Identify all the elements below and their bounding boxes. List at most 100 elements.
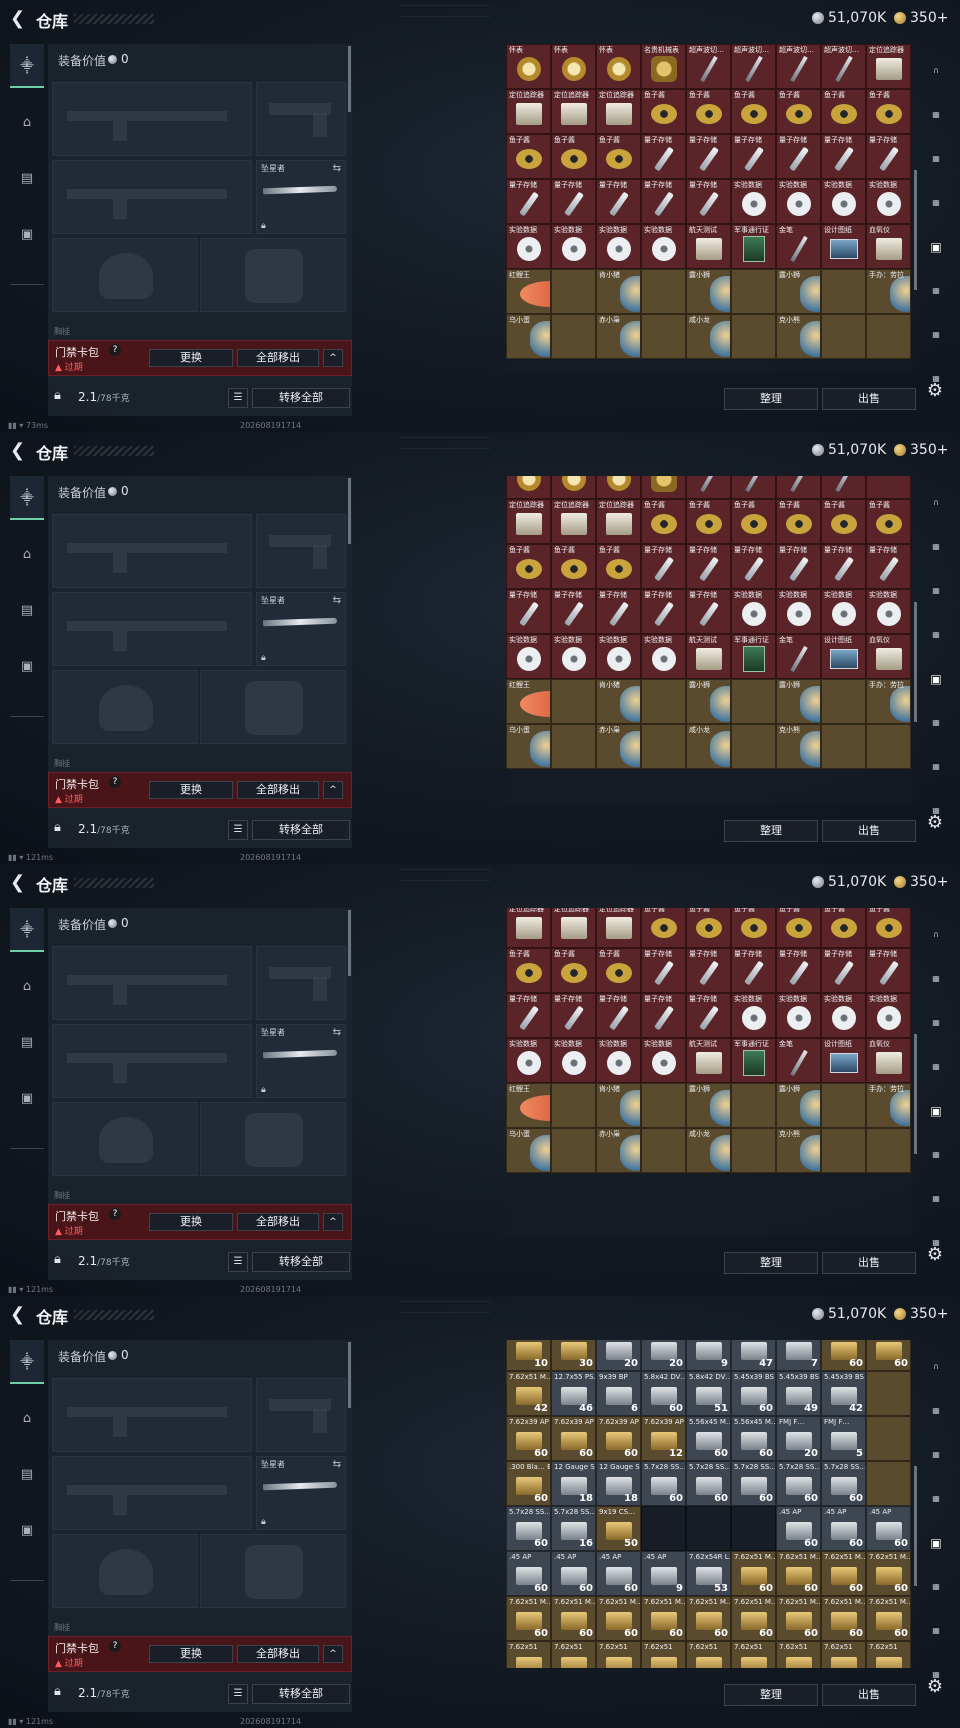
item-cell[interactable]: 鱼子酱 <box>551 948 596 993</box>
help-icon[interactable]: ? <box>109 776 121 788</box>
item-cell[interactable]: 金笔 <box>776 634 821 679</box>
storage-tab-icon[interactable]: ▦ <box>920 1572 952 1602</box>
item-cell[interactable] <box>866 1371 911 1416</box>
item-cell[interactable]: 量子存储 <box>731 134 776 179</box>
item-cell[interactable]: 5.7x28 SS… 60 <box>506 1506 551 1551</box>
item-cell[interactable]: 鱼子酱 <box>776 499 821 544</box>
item-cell[interactable] <box>506 476 551 499</box>
back-arrow-icon[interactable]: ❮ <box>10 1305 30 1325</box>
primary-weapon-slot[interactable] <box>52 514 252 588</box>
briefcase-icon[interactable]: ▣ <box>10 1076 44 1120</box>
sell-button[interactable]: 出售 <box>822 820 916 842</box>
secondary-weapon-slot[interactable] <box>52 592 252 666</box>
armor-slot[interactable] <box>200 238 346 312</box>
item-cell[interactable]: 量子存储 <box>641 993 686 1038</box>
item-cell[interactable] <box>641 679 686 724</box>
item-cell[interactable]: 怀表 <box>596 44 641 89</box>
move-out-all-button[interactable]: 全部移出 <box>237 781 319 799</box>
helmet-slot[interactable] <box>52 1534 198 1608</box>
item-cell[interactable]: 手办：劳拉 <box>866 1083 911 1128</box>
item-cell[interactable]: 鱼子酱 <box>821 89 866 134</box>
item-cell[interactable]: 超声波切… <box>731 44 776 89</box>
item-cell[interactable]: 量子存储 <box>776 134 821 179</box>
item-cell[interactable]: 量子存储 <box>686 993 731 1038</box>
item-cell[interactable] <box>641 314 686 359</box>
gun-icon[interactable]: ⸎ <box>10 908 44 952</box>
item-cell[interactable] <box>866 1461 911 1506</box>
gun-icon[interactable]: ⸎ <box>10 1340 44 1384</box>
item-cell[interactable]: 鱼子酱 <box>776 89 821 134</box>
item-cell[interactable]: 5.8x42 DV… 60 <box>641 1371 686 1416</box>
item-cell[interactable]: 7.62x51 M…30 <box>551 1340 596 1371</box>
item-cell[interactable]: 7.62x51 <box>821 1641 866 1668</box>
item-cell[interactable]: FTX F…20 <box>641 1340 686 1371</box>
item-cell[interactable]: 7.62x51 M… 42 <box>506 1371 551 1416</box>
item-cell[interactable] <box>731 1083 776 1128</box>
item-cell[interactable]: 量子存储 <box>686 179 731 224</box>
move-out-all-button[interactable]: 全部移出 <box>237 1213 319 1231</box>
storage-tab-icon[interactable]: ▦ <box>920 1052 952 1082</box>
item-cell[interactable]: 露小狮 <box>686 269 731 314</box>
primary-weapon-slot[interactable] <box>52 1378 252 1452</box>
item-cell[interactable]: 赤小枭 <box>596 314 641 359</box>
item-cell[interactable]: 7.62x54R L… 53 <box>686 1551 731 1596</box>
item-cell[interactable]: 鱼子酱 <box>866 499 911 544</box>
sort-button[interactable]: 整理 <box>724 388 818 410</box>
item-cell[interactable]: 鱼子酱 <box>596 948 641 993</box>
vest-icon[interactable]: ▤ <box>10 588 44 632</box>
item-cell[interactable]: 乌小蛋 <box>506 314 551 359</box>
vest-icon[interactable]: ▤ <box>10 1020 44 1064</box>
storage-tab-icon[interactable]: ▦ <box>920 1616 952 1646</box>
item-cell[interactable]: 7.62x51 <box>551 1641 596 1668</box>
list-icon[interactable]: ☰ <box>228 820 248 840</box>
melee-slot[interactable]: 坠星者 ⇆ 🔒︎ <box>256 592 346 666</box>
item-cell[interactable]: 克小熊 <box>776 724 821 769</box>
settings-gear-icon[interactable]: ⚙ <box>924 1676 946 1698</box>
item-cell[interactable]: 量子存储 <box>551 179 596 224</box>
item-cell[interactable]: 量子存储 <box>686 134 731 179</box>
secondary-weapon-slot[interactable] <box>52 1024 252 1098</box>
item-cell[interactable]: 鱼子酱 <box>551 134 596 179</box>
item-cell[interactable]: 实验数据 <box>506 634 551 679</box>
storage-tab-icon[interactable]: ▦ <box>920 276 952 306</box>
item-cell[interactable] <box>551 1128 596 1173</box>
item-cell[interactable] <box>821 724 866 769</box>
item-cell[interactable] <box>551 724 596 769</box>
item-cell[interactable] <box>821 269 866 314</box>
item-cell[interactable]: 7.62x51 M… 60 <box>686 1596 731 1641</box>
item-cell[interactable]: 手办：劳拉 <box>866 269 911 314</box>
item-cell[interactable]: 7.62x39 AP 60 <box>506 1416 551 1461</box>
transfer-all-button[interactable]: 转移全部 <box>252 820 350 840</box>
helmet-icon[interactable]: ⌂ <box>10 964 44 1008</box>
item-cell[interactable]: .45 AP 60 <box>866 1506 911 1551</box>
item-cell[interactable]: 军事通行证 <box>731 1038 776 1083</box>
list-icon[interactable]: ☰ <box>228 388 248 408</box>
item-cell[interactable]: 5.7x28 SS… 60 <box>641 1461 686 1506</box>
item-cell[interactable] <box>551 269 596 314</box>
item-cell[interactable] <box>731 314 776 359</box>
storage-tab-icon[interactable]: ▦ <box>920 1484 952 1514</box>
item-cell[interactable]: 鱼子酱 <box>686 499 731 544</box>
item-cell[interactable]: 量子存储 <box>731 544 776 589</box>
item-cell[interactable]: 实验数据 <box>596 224 641 269</box>
item-cell[interactable]: 超声波切… <box>821 44 866 89</box>
item-cell[interactable]: 鱼子酱 <box>551 544 596 589</box>
item-cell[interactable]: 赤小枭 <box>596 724 641 769</box>
item-cell[interactable]: 量子存储 <box>551 993 596 1038</box>
storage-tab-active-icon[interactable]: ▣ <box>920 664 952 694</box>
item-cell[interactable]: 5.7x28 SS… 60 <box>731 1461 776 1506</box>
item-cell[interactable]: 7.62x51 <box>731 1641 776 1668</box>
storage-tab-icon[interactable]: ▦ <box>920 964 952 994</box>
item-cell[interactable]: 实验数据 <box>776 993 821 1038</box>
storage-tab-icon[interactable]: ▦ <box>920 188 952 218</box>
item-cell[interactable]: 血氧仪 <box>866 634 911 679</box>
gold-currency[interactable]: 350+ <box>894 10 948 26</box>
item-cell[interactable] <box>641 476 686 499</box>
item-cell[interactable]: 实验数据 <box>596 634 641 679</box>
item-cell[interactable]: 名贵机械表 <box>641 44 686 89</box>
item-cell[interactable]: 7.62x51 M… 60 <box>506 1596 551 1641</box>
item-cell[interactable]: 咸小龙 <box>686 1128 731 1173</box>
item-cell[interactable]: 鱼子酱 <box>506 544 551 589</box>
gun-icon[interactable]: ⸎ <box>10 44 44 88</box>
item-cell[interactable]: 实验数据 <box>551 224 596 269</box>
